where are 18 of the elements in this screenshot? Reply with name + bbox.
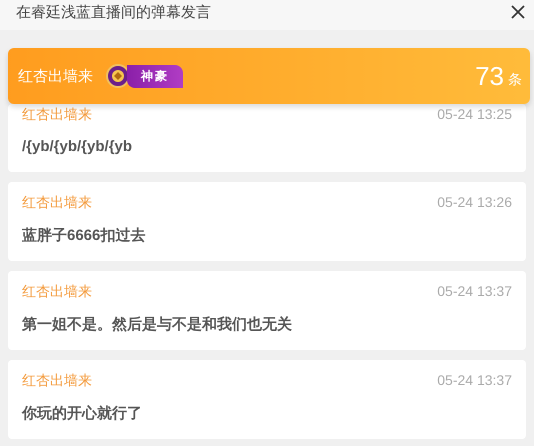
message-text: 你玩的开心就行了 bbox=[22, 404, 143, 423]
rank-badge: 神豪 bbox=[127, 64, 183, 88]
message-time: 05-24 13:37 bbox=[437, 283, 512, 301]
user-name: 红杏出墙来 bbox=[22, 194, 92, 212]
message-time: 05-24 13:37 bbox=[437, 372, 512, 390]
user-name: 红杏出墙来 bbox=[22, 372, 92, 390]
message-text: 第一姐不是。然后是与不是和我们也无关 bbox=[22, 315, 293, 334]
count-unit: 条 bbox=[508, 71, 522, 89]
user-name: 红杏出墙来 bbox=[22, 106, 92, 124]
message-time: 05-24 13:26 bbox=[437, 194, 512, 212]
user-name: 红杏出墙来 bbox=[22, 283, 92, 301]
message-time: 05-24 13:25 bbox=[437, 106, 512, 124]
dialog-title: 在睿廷浅蓝直播间的弹幕发言 bbox=[16, 2, 211, 22]
message-text: /{yb/{yb/{yb/{yb bbox=[22, 138, 134, 155]
close-icon[interactable] bbox=[510, 4, 526, 20]
message-count: 73 bbox=[475, 60, 504, 92]
message-text: 蓝胖子6666扣过去 bbox=[22, 226, 146, 245]
user-name: 红杏出墙来 bbox=[18, 66, 93, 86]
